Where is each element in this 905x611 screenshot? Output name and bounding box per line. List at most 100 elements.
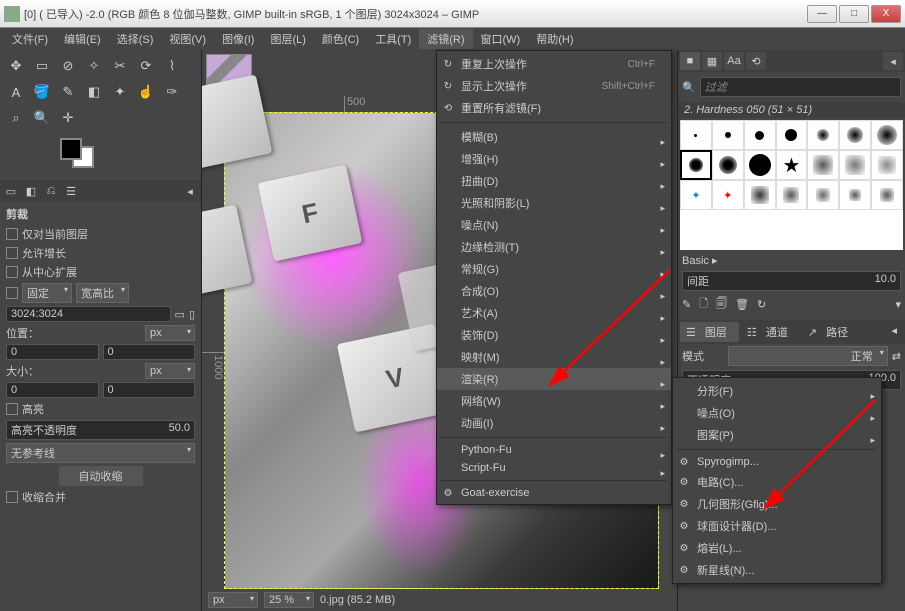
tab-fonts-icon[interactable]: Aa [724, 52, 744, 70]
menu-item[interactable]: ⚙Goat-exercise [437, 484, 671, 502]
menu-item[interactable]: 扭曲(D) [437, 170, 671, 192]
brush-grid[interactable]: ★ ✦ ✦ [680, 120, 903, 250]
menu-item[interactable]: Python-Fu [437, 441, 671, 459]
checkbox[interactable] [6, 403, 18, 415]
menu-item[interactable]: ⟲重置所有滤镜(F) [437, 97, 671, 119]
tab-channels[interactable]: ☷ 通道 [741, 322, 800, 342]
size-x[interactable]: 0 [6, 382, 99, 398]
menu-item[interactable]: 图案(P) [673, 424, 881, 446]
menu-item[interactable]: 模糊(B) [437, 126, 671, 148]
tool-pencil-icon[interactable]: ✎ [56, 80, 80, 104]
menu-item[interactable]: 合成(O) [437, 280, 671, 302]
maximize-button[interactable]: □ [839, 5, 869, 23]
opt-tab-icon[interactable]: ▭ [2, 182, 20, 200]
tool-zoom-icon[interactable]: 🔍 [30, 106, 54, 130]
brush-del-icon[interactable]: 🗑 [735, 298, 749, 311]
menu-layer[interactable]: 图层(L) [262, 29, 313, 49]
menu-colors[interactable]: 颜色(C) [314, 29, 367, 49]
menu-item[interactable]: 噪点(N) [437, 214, 671, 236]
brush-refresh-icon[interactable]: ↻ [757, 298, 766, 311]
checkbox[interactable] [6, 491, 18, 503]
checkbox[interactable] [6, 228, 18, 240]
fg-color[interactable] [60, 138, 82, 160]
tool-clone-icon[interactable]: ✦ [108, 80, 132, 104]
menu-item[interactable]: ⚙Spyrogimp... [673, 453, 881, 471]
tool-move-icon[interactable]: ✥ [4, 54, 28, 78]
orient-icon[interactable]: ▭ [175, 308, 185, 321]
tool-lasso-icon[interactable]: ⊘ [56, 54, 80, 78]
brush-filter[interactable]: 过滤 [700, 77, 901, 97]
pos-y[interactable]: 0 [103, 344, 196, 360]
checkbox[interactable] [6, 247, 18, 259]
opt-tab-icon[interactable]: ◧ [22, 182, 40, 200]
aspect-select[interactable]: 宽高比 [76, 283, 129, 303]
tool-measure-icon[interactable]: ✛ [56, 106, 80, 130]
menu-item[interactable]: 网络(W) [437, 390, 671, 412]
tool-path-icon[interactable]: ✑ [160, 80, 184, 104]
menu-image[interactable]: 图像(I) [214, 29, 262, 49]
menu-help[interactable]: 帮助(H) [528, 29, 581, 49]
tab-layers[interactable]: ☰ 图层 [680, 322, 739, 342]
tab-history-icon[interactable]: ⟲ [746, 52, 766, 70]
brush-menu-icon[interactable]: ▾ [895, 298, 901, 311]
brush-dup-icon[interactable]: 🗐 [716, 295, 727, 314]
status-unit[interactable]: px [208, 592, 258, 608]
tab-patterns-icon[interactable]: ▦ [702, 52, 722, 70]
hl-opacity[interactable]: 高亮不透明度 50.0 [6, 420, 195, 440]
menu-item[interactable]: ↻显示上次操作Shift+Ctrl+F [437, 75, 671, 97]
tool-wand-icon[interactable]: ✧ [82, 54, 106, 78]
pos-x[interactable]: 0 [6, 344, 99, 360]
tool-crop-icon[interactable]: ✂ [108, 54, 132, 78]
menu-item[interactable]: 光照和阴影(L) [437, 192, 671, 214]
mode-switch-icon[interactable]: ⇄ [892, 350, 901, 363]
menu-item[interactable]: 常规(G) [437, 258, 671, 280]
menu-edit[interactable]: 编辑(E) [56, 29, 109, 49]
opt-tab-icon[interactable]: ☰ [62, 182, 80, 200]
tool-text-icon[interactable]: A [4, 80, 28, 104]
menu-select[interactable]: 选择(S) [109, 29, 162, 49]
menu-item[interactable]: 动画(I) [437, 412, 671, 434]
aspect-value[interactable]: 3024:3024 [6, 306, 171, 322]
menu-filters[interactable]: 滤镜(R) [419, 29, 472, 49]
spacing-field[interactable]: 间距10.0 [682, 271, 901, 291]
tab-brushes-icon[interactable]: ■ [680, 52, 700, 70]
brush-new-icon[interactable]: 🗋 [699, 295, 708, 314]
menu-item[interactable]: 边缘检测(T) [437, 236, 671, 258]
brush-edit-icon[interactable]: ✎ [682, 298, 691, 311]
menu-view[interactable]: 视图(V) [161, 29, 214, 49]
size-y[interactable]: 0 [103, 382, 196, 398]
tab-paths[interactable]: ↗ 路径 [802, 322, 860, 342]
size-unit[interactable]: px [145, 363, 195, 379]
tab-menu-icon[interactable]: ◂ [883, 52, 903, 70]
menu-item[interactable]: ⚙熔岩(L)... [673, 537, 881, 559]
guides-select[interactable]: 无参考线 [6, 443, 195, 463]
close-button[interactable]: X [871, 5, 901, 23]
checkbox[interactable] [6, 266, 18, 278]
menu-item[interactable]: Script-Fu [437, 459, 671, 477]
menu-item[interactable]: 艺术(A) [437, 302, 671, 324]
tool-warp-icon[interactable]: ⌇ [160, 54, 184, 78]
menu-item[interactable]: ⚙新星线(N)... [673, 559, 881, 581]
tool-erase-icon[interactable]: ◧ [82, 80, 106, 104]
menu-item[interactable]: ↻重复上次操作Ctrl+F [437, 53, 671, 75]
menu-item[interactable]: ⚙电路(C)... [673, 471, 881, 493]
status-zoom[interactable]: 25 % [264, 592, 314, 608]
menu-item[interactable]: 装饰(D) [437, 324, 671, 346]
tab-menu-icon[interactable]: ◂ [885, 322, 903, 342]
menu-item[interactable]: 噪点(O) [673, 402, 881, 424]
opt-tab-icon[interactable]: ⎌ [42, 182, 60, 200]
pos-unit[interactable]: px [145, 325, 195, 341]
menu-file[interactable]: 文件(F) [4, 29, 56, 49]
tool-rect-icon[interactable]: ▭ [30, 54, 54, 78]
tool-bucket-icon[interactable]: 🪣 [30, 80, 54, 104]
menu-item[interactable]: ⚙几何图形(Gfig)... [673, 493, 881, 515]
menu-item[interactable]: 渲染(R) [437, 368, 671, 390]
mode-select[interactable]: 正常 [728, 346, 888, 366]
orient-icon[interactable]: ▯ [189, 308, 195, 321]
menu-item[interactable]: 分形(F) [673, 380, 881, 402]
checkbox[interactable] [6, 287, 18, 299]
tool-rotate-icon[interactable]: ⟳ [134, 54, 158, 78]
menu-item[interactable]: ⚙球面设计器(D)... [673, 515, 881, 537]
opt-menu-icon[interactable]: ◂ [181, 182, 199, 200]
tool-smudge-icon[interactable]: ☝ [134, 80, 158, 104]
